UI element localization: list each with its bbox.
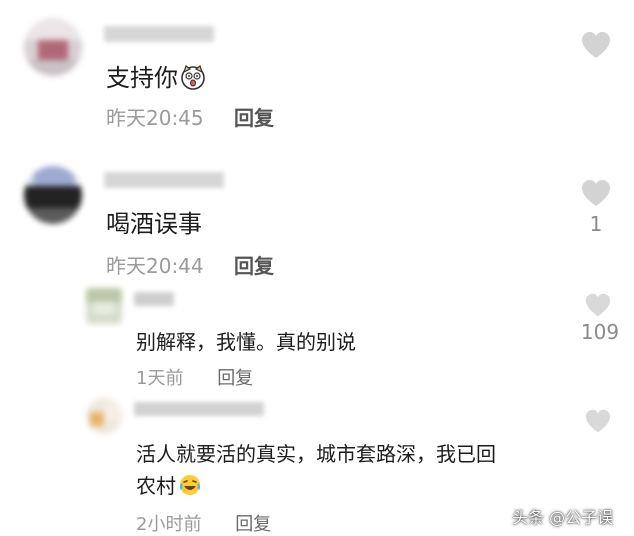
- reply-button[interactable]: 回复: [217, 368, 253, 389]
- comment-text: 支持你: [106, 58, 206, 96]
- avatar[interactable]: [86, 398, 122, 434]
- reply-text: 活人就要活的真实，城市套路深，我已回 农村: [136, 438, 496, 506]
- reply-time: 1天前: [136, 368, 184, 389]
- shocked-cat-face-icon: [180, 64, 206, 96]
- laughing-tears-emoji-icon: [178, 473, 202, 506]
- watermark: 头条 @公子误: [512, 508, 614, 527]
- like-heart-icon[interactable]: [580, 30, 612, 60]
- reply-text: 别解释，我懂。真的别说: [136, 330, 356, 354]
- comment-section: 支持你 昨天20:45 回复 喝酒误事 昨天20:44 回复 1 别解释，我懂。…: [0, 0, 634, 536]
- like-heart-icon[interactable]: [584, 292, 612, 318]
- username[interactable]: [134, 292, 174, 306]
- reply-text-line: 农村: [136, 470, 496, 506]
- username[interactable]: [134, 402, 264, 416]
- like-count: 109: [580, 320, 620, 344]
- avatar[interactable]: [86, 288, 122, 324]
- comment-time: 昨天20:45: [106, 106, 204, 130]
- comment-time: 昨天20:44: [106, 254, 204, 278]
- comment-meta: 昨天20:45 回复: [106, 102, 274, 131]
- reply-button[interactable]: 回复: [234, 254, 274, 278]
- reply-meta: 1天前 回复: [136, 364, 253, 390]
- reply-meta: 2小时前 回复: [136, 510, 271, 536]
- reply-time: 2小时前: [136, 514, 202, 535]
- like-count: 1: [589, 212, 603, 236]
- avatar[interactable]: [24, 18, 82, 76]
- reply-button[interactable]: 回复: [234, 106, 274, 130]
- reply-text-line: 活人就要活的真实，城市套路深，我已回: [136, 442, 496, 466]
- like-heart-icon[interactable]: [580, 178, 612, 208]
- avatar[interactable]: [24, 166, 82, 224]
- comment-meta: 昨天20:44 回复: [106, 250, 274, 279]
- comment-text: 喝酒误事: [106, 210, 202, 238]
- reply-button[interactable]: 回复: [235, 514, 271, 535]
- like-heart-icon[interactable]: [584, 408, 612, 434]
- username[interactable]: [104, 26, 214, 42]
- username[interactable]: [104, 172, 224, 188]
